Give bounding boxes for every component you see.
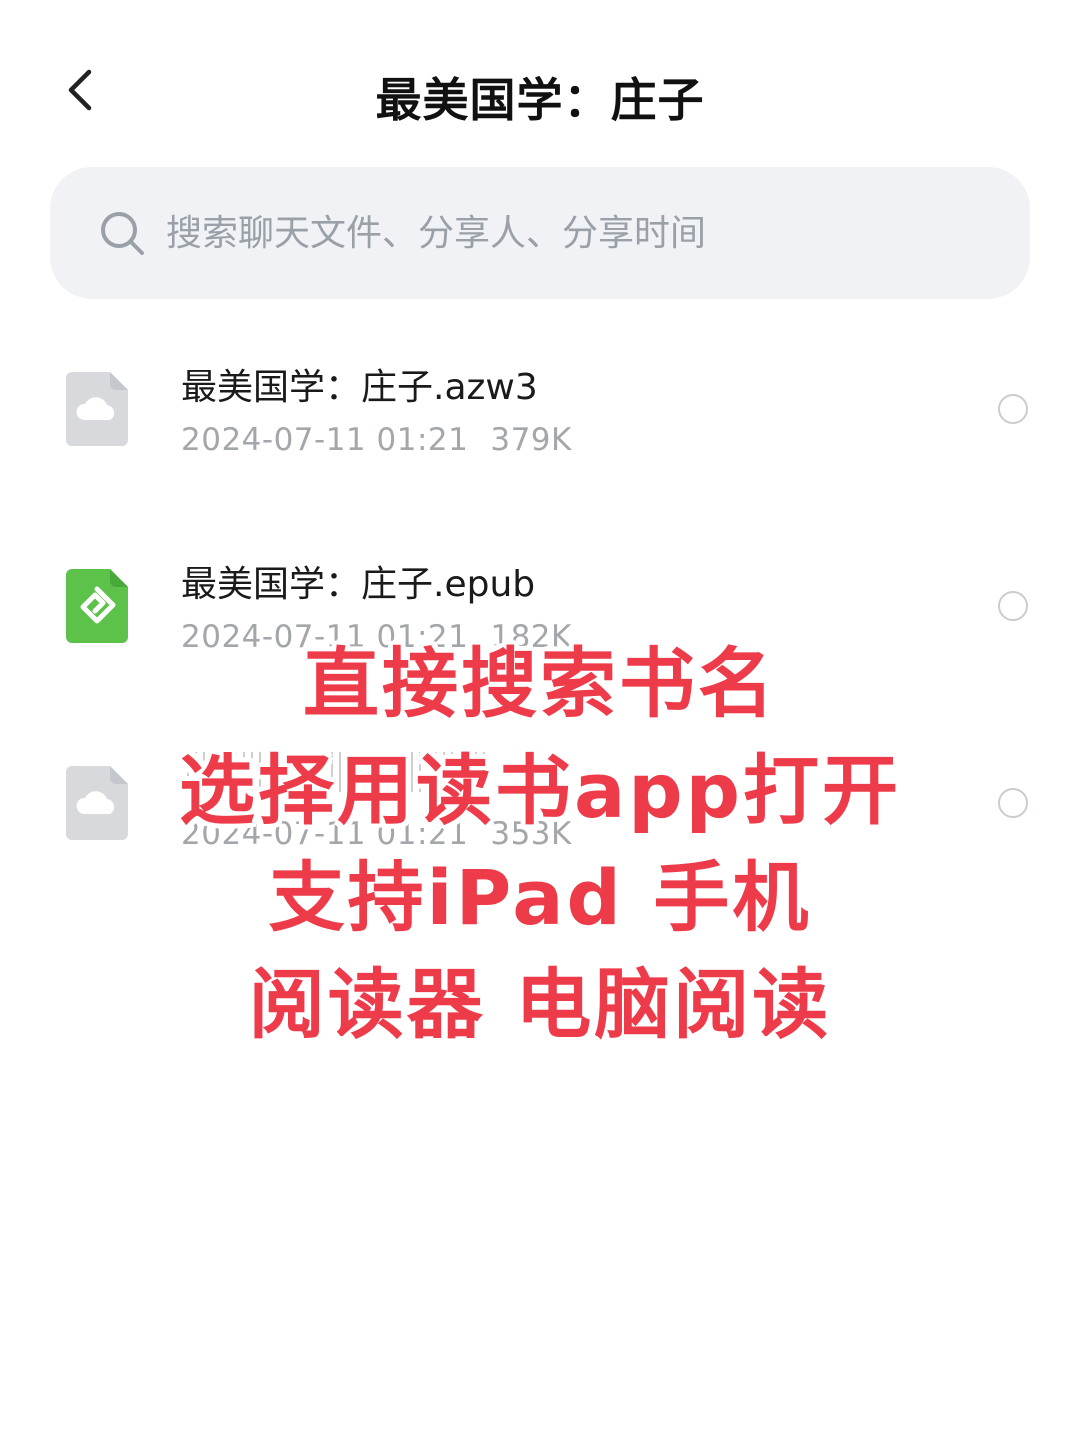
overlay-line: 阅读器 电脑阅读 [248,960,832,1049]
select-radio[interactable] [998,788,1028,818]
file-size: 353K [490,816,572,852]
file-name: 最美国学：庄子.azw3 [181,367,538,408]
cloud-file-icon [66,766,128,840]
file-search-screen: 最美国学：庄子 最美国学：庄子.azw3 2024-07-11 01:21 379… [0,0,1080,1440]
file-meta: 2024-07-11 01:21 353K [181,816,572,852]
file-row[interactable]: 最美国学：庄子.epub 2024-07-11 01:21 182K [0,527,1080,724]
epub-file-icon [66,569,128,643]
obscured-filename [181,752,491,792]
file-size: 182K [490,619,572,655]
select-radio[interactable] [998,591,1028,621]
file-row[interactable]: 最美国学：庄子.azw3 2024-07-11 01:21 379K [0,330,1080,527]
file-row[interactable]: 2024-07-11 01:21 353K [0,724,1080,921]
file-size: 379K [490,422,572,458]
page-title: 最美国学：庄子 [375,73,705,127]
search-input[interactable] [164,211,928,255]
file-meta: 2024-07-11 01:21 182K [181,619,572,655]
nav-header: 最美国学：庄子 [0,40,1080,150]
cloud-file-icon [66,372,128,446]
file-meta: 2024-07-11 01:21 379K [181,422,572,458]
file-date: 2024-07-11 01:21 [181,816,469,852]
file-date: 2024-07-11 01:21 [181,422,469,458]
search-bar[interactable] [50,167,1030,299]
select-radio[interactable] [998,394,1028,424]
file-name: 最美国学：庄子.epub [181,564,536,605]
file-name [181,752,491,801]
file-date: 2024-07-11 01:21 [181,619,469,655]
search-icon [101,212,144,255]
file-list: 最美国学：庄子.azw3 2024-07-11 01:21 379K 最美国学：庄… [0,330,1080,921]
